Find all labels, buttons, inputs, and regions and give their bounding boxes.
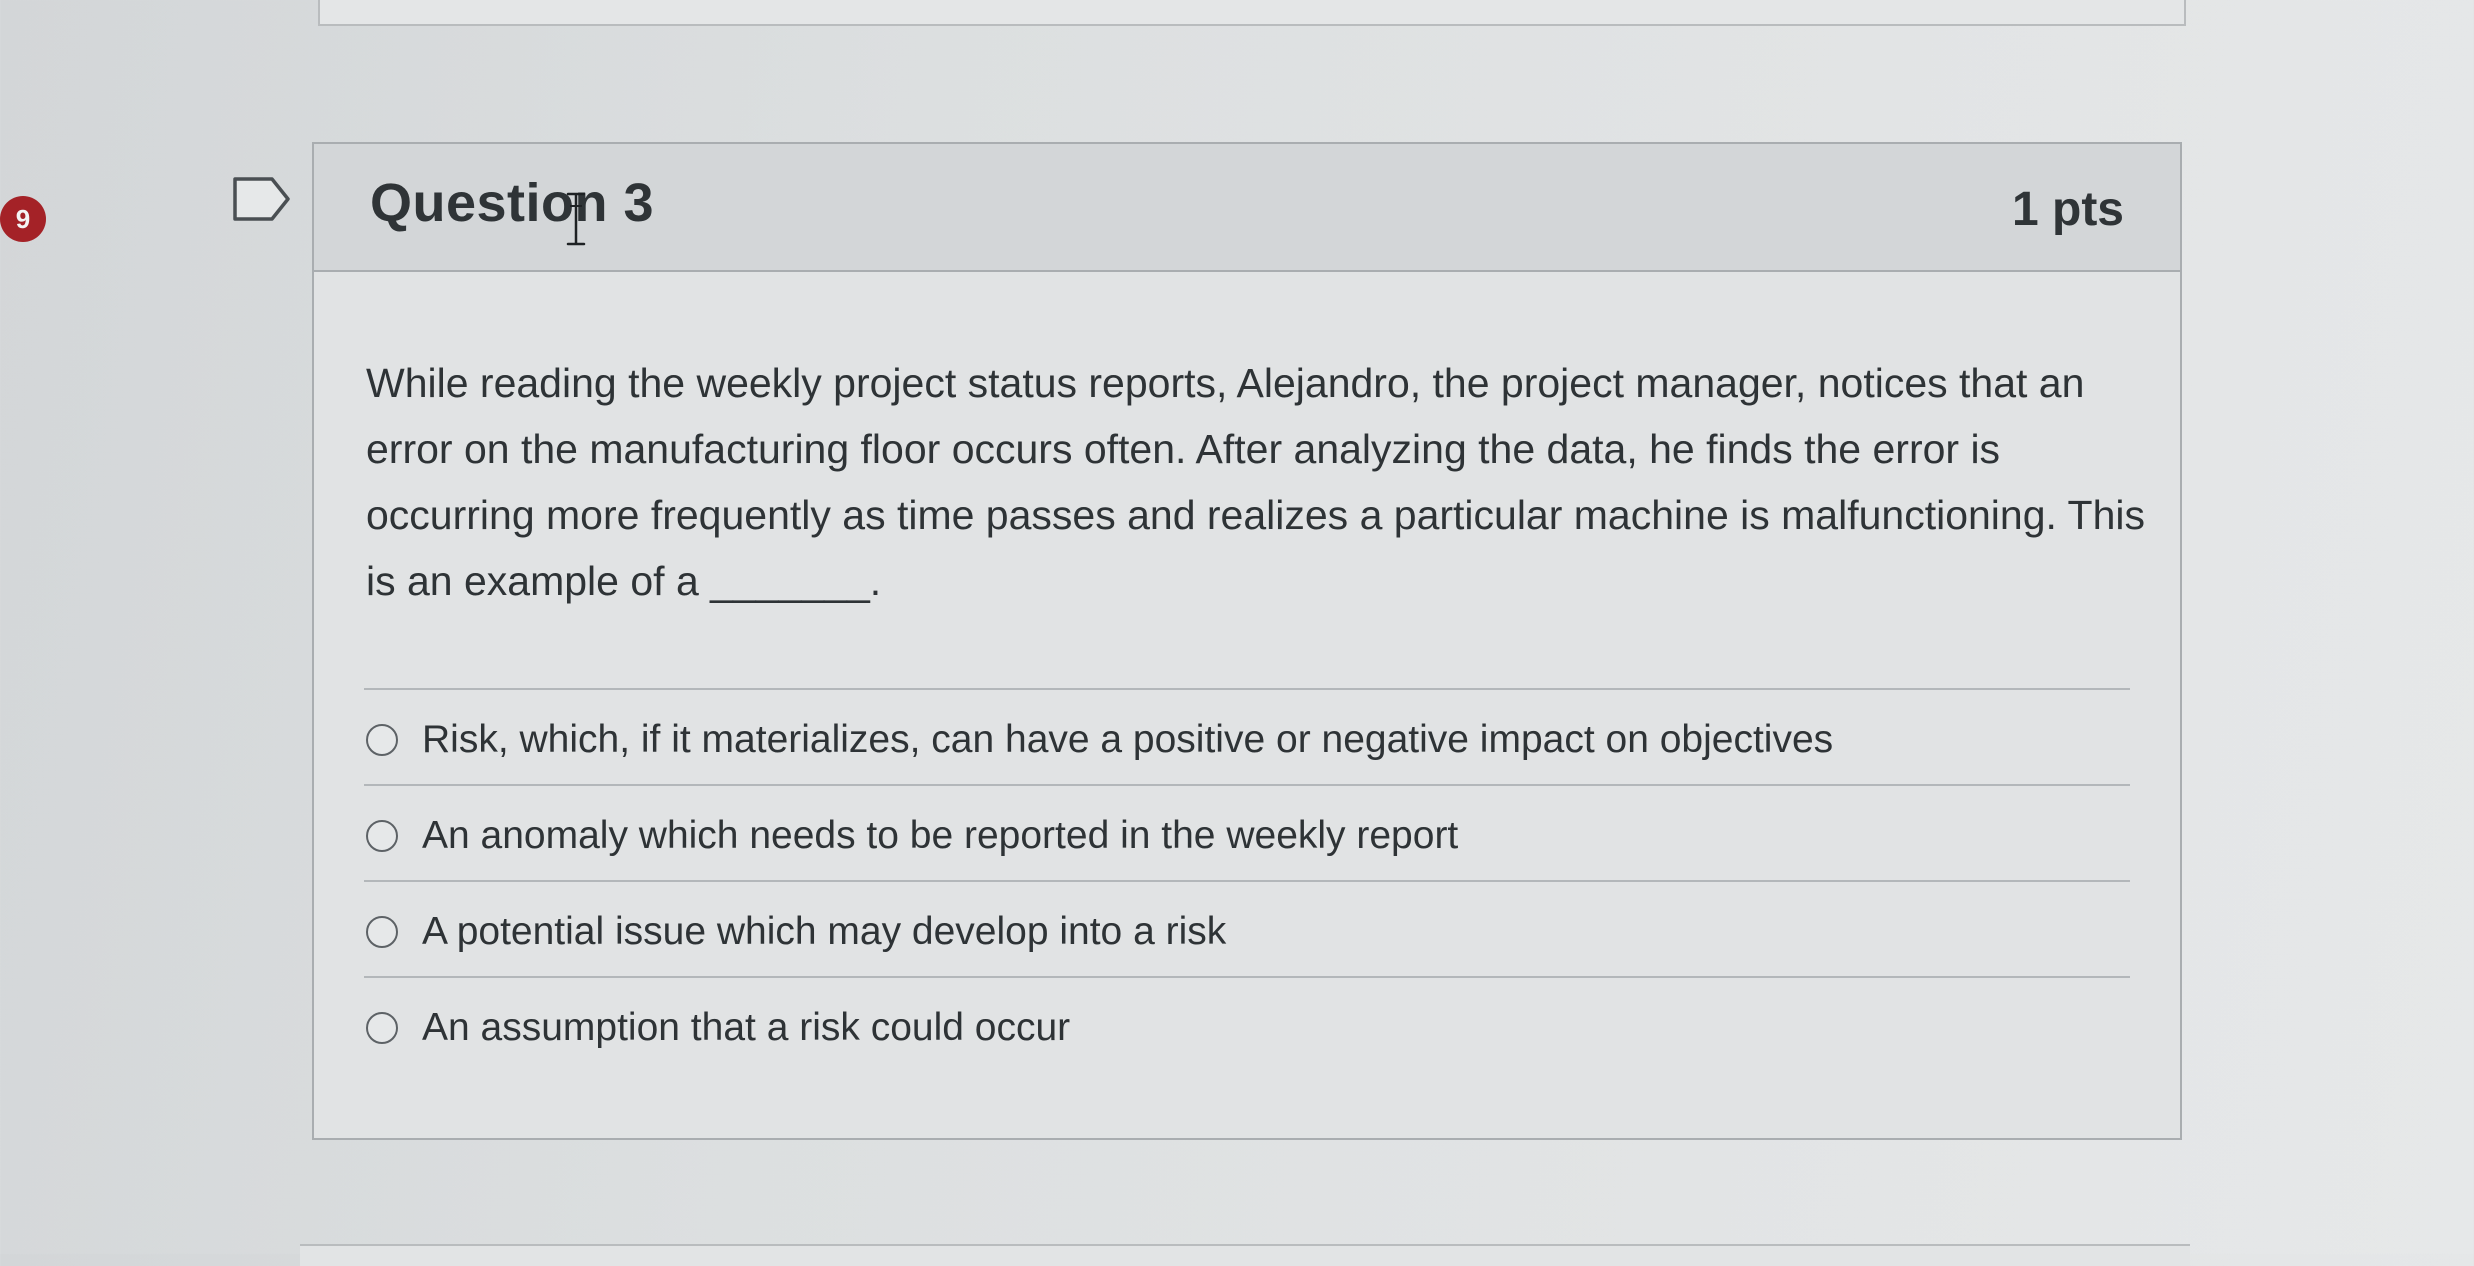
answer-label: Risk, which, if it materializes, can hav… <box>422 718 1834 761</box>
answer-option-2[interactable]: An anomaly which needs to be reported in… <box>366 806 1458 866</box>
answer-label: An assumption that a risk could occur <box>422 1006 1071 1049</box>
answer-divider <box>364 784 2130 786</box>
question-points: 1 pts <box>2011 183 2124 236</box>
flag-question-icon[interactable] <box>232 176 292 222</box>
radio-unselected-icon[interactable] <box>366 724 398 756</box>
answers-divider-top <box>364 688 2130 690</box>
radio-unselected-icon[interactable] <box>366 820 398 852</box>
answer-option-3[interactable]: A potential issue which may develop into… <box>366 902 1226 962</box>
previous-question-card <box>318 0 2186 26</box>
answer-label: An anomaly which needs to be reported in… <box>422 814 1459 857</box>
question-header: Question 3 1 pts <box>314 144 2180 272</box>
question-card: Question 3 1 pts While reading the weekl… <box>312 142 2182 1140</box>
text-cursor-icon <box>566 192 586 246</box>
radio-unselected-icon[interactable] <box>366 916 398 948</box>
question-title: Question 3 <box>370 173 655 233</box>
question-text: While reading the weekly project status … <box>366 360 2146 604</box>
badge-count: 9 <box>15 203 31 234</box>
answer-option-1[interactable]: Risk, which, if it materializes, can hav… <box>366 710 1833 770</box>
answer-label: A potential issue which may develop into… <box>422 910 1227 953</box>
notification-badge: 9 <box>0 196 46 242</box>
answer-divider <box>364 880 2130 882</box>
answer-divider <box>364 976 2130 978</box>
radio-unselected-icon[interactable] <box>366 1012 398 1044</box>
next-question-card <box>300 1244 2190 1266</box>
answer-option-4[interactable]: An assumption that a risk could occur <box>366 998 1070 1058</box>
